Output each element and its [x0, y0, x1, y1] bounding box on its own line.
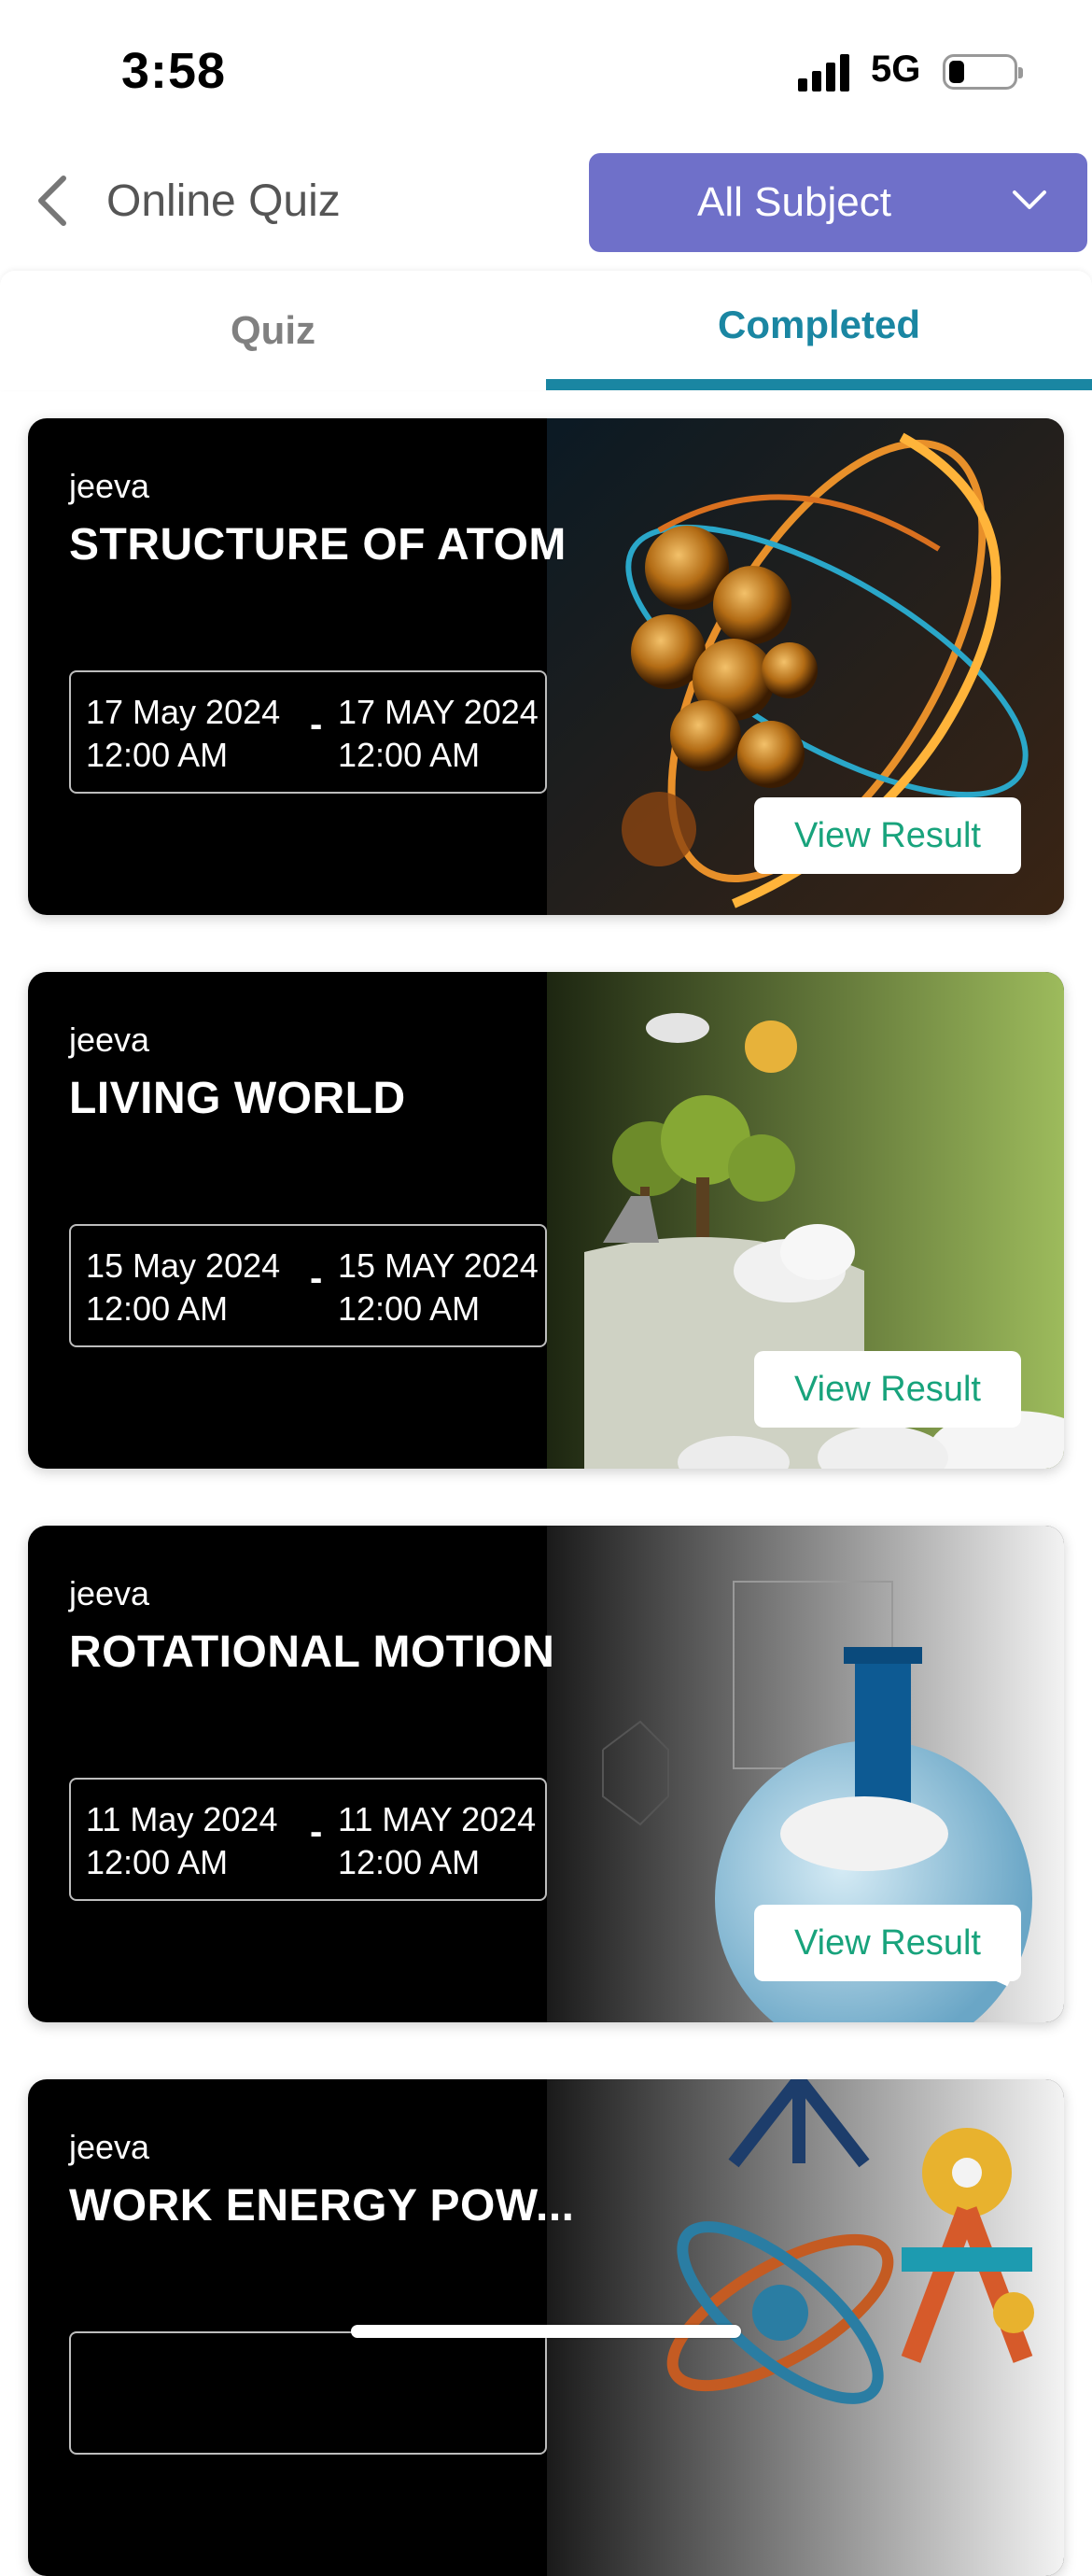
end-date: 15 MAY 2024	[338, 1246, 539, 1285]
card-title: ROTATIONAL MOTION	[69, 1627, 555, 1677]
start-time: 12:00 AM	[86, 736, 229, 774]
quiz-card[interactable]: jeeva STRUCTURE OF ATOM 17 May 2024 12:0…	[28, 418, 1064, 915]
card-author: jeeva	[69, 2128, 150, 2166]
view-result-button[interactable]: View Result	[754, 1351, 1021, 1428]
end-datetime: 17 MAY 2024 12:00 AM	[338, 691, 539, 777]
date-separator: -	[310, 704, 323, 745]
end-time: 12:00 AM	[338, 736, 481, 774]
card-title: STRUCTURE OF ATOM	[69, 520, 567, 570]
start-datetime: 11 May 2024 12:00 AM	[86, 1798, 277, 1884]
page-title: Online Quiz	[106, 176, 341, 226]
start-date: 11 May 2024	[86, 1800, 278, 1838]
date-range: 15 May 2024 12:00 AM - 15 MAY 2024 12:00…	[69, 1224, 547, 1347]
start-date: 15 May 2024	[86, 1246, 281, 1285]
subject-dropdown-label: All Subject	[697, 179, 891, 225]
network-label: 5G	[871, 49, 921, 90]
tab-quiz-label: Quiz	[231, 308, 315, 352]
card-title: WORK ENERGY POW...	[69, 2181, 575, 2231]
start-datetime: 17 May 2024 12:00 AM	[86, 691, 280, 777]
signal-icon	[798, 54, 849, 91]
date-range: 11 May 2024 12:00 AM - 11 MAY 2024 12:00…	[69, 1778, 547, 1901]
date-range: 17 May 2024 12:00 AM - 17 MAY 2024 12:00…	[69, 670, 547, 794]
start-time: 12:00 AM	[86, 1843, 229, 1881]
start-date: 17 May 2024	[86, 693, 281, 731]
quiz-card[interactable]: jeeva ROTATIONAL MOTION 11 May 2024 12:0…	[28, 1526, 1064, 2022]
quiz-card[interactable]: jeeva LIVING WORLD 15 May 2024 12:00 AM …	[28, 972, 1064, 1469]
start-datetime: 15 May 2024 12:00 AM	[86, 1245, 280, 1330]
end-time: 12:00 AM	[338, 1843, 481, 1881]
tab-completed[interactable]: Completed	[546, 271, 1092, 390]
status-time: 3:58	[121, 43, 227, 99]
end-datetime: 11 MAY 2024 12:00 AM	[338, 1798, 536, 1884]
start-time: 12:00 AM	[86, 1289, 229, 1328]
date-range	[69, 2331, 547, 2455]
tab-bar: Quiz Completed	[0, 271, 1092, 390]
tab-completed-label: Completed	[717, 303, 920, 346]
end-time: 12:00 AM	[338, 1289, 481, 1328]
view-result-button[interactable]: View Result	[754, 1905, 1021, 1981]
card-author: jeeva	[69, 1574, 150, 1612]
tab-active-indicator	[546, 379, 1092, 390]
chevron-down-icon	[1013, 190, 1046, 209]
chevron-left-icon[interactable]	[30, 173, 77, 229]
subject-dropdown[interactable]: All Subject	[589, 153, 1087, 252]
tab-quiz[interactable]: Quiz	[0, 271, 546, 390]
date-separator: -	[310, 1811, 323, 1852]
home-indicator	[351, 2325, 741, 2338]
status-bar: 3:58 5G	[0, 0, 1092, 140]
battery-icon	[943, 54, 1023, 90]
card-title: LIVING WORLD	[69, 1074, 406, 1123]
card-author: jeeva	[69, 1021, 150, 1059]
card-author: jeeva	[69, 467, 150, 505]
view-result-button[interactable]: View Result	[754, 797, 1021, 874]
end-date: 17 MAY 2024	[338, 693, 539, 731]
app-header: Online Quiz All Subject	[0, 149, 1092, 252]
date-separator: -	[310, 1258, 323, 1299]
end-datetime: 15 MAY 2024 12:00 AM	[338, 1245, 539, 1330]
end-date: 11 MAY 2024	[338, 1800, 537, 1838]
